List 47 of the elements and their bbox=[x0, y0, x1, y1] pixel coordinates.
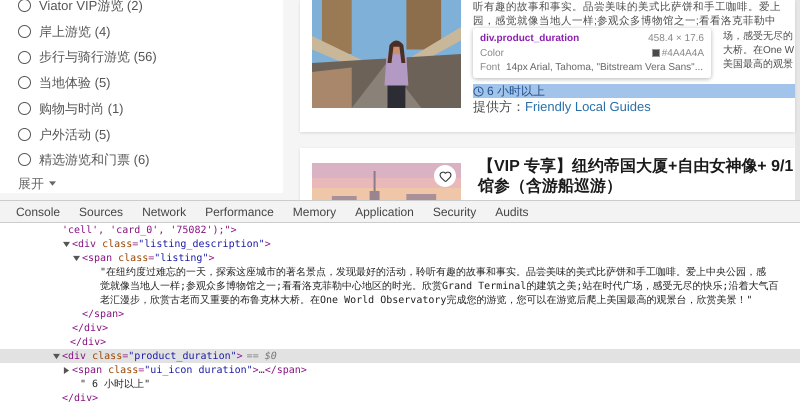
devtools-tab[interactable]: Application bbox=[355, 202, 414, 220]
dom-text: "在纽约度过难忘的一天，探索这座城市的著名景点，发现最好的活动，聆听有趣的故事和事实。品尝美味的美式比萨饼和手工咖啡。爱上中央公园，感 bbox=[100, 266, 766, 280]
provider-label: 提供方： bbox=[473, 100, 525, 114]
filter-option[interactable]: 户外活动 (5) bbox=[18, 121, 283, 148]
code-text: 'cell', 'card_0', '75082');"> bbox=[62, 224, 237, 238]
html-tag[interactable]: <span class="listing"> bbox=[82, 250, 214, 266]
filter-option[interactable]: 步行与骑行游览 (56) bbox=[18, 44, 283, 70]
font-label: Font bbox=[480, 61, 500, 74]
description-text: 美国最高的观景 bbox=[723, 58, 794, 72]
devtools-tab[interactable]: Network bbox=[142, 202, 186, 220]
tour-title[interactable]: 馆参（含游船巡游） bbox=[478, 177, 794, 197]
devtools-tab[interactable]: Console bbox=[16, 202, 60, 220]
filter-option[interactable]: 岸上游览 (4) bbox=[18, 18, 283, 44]
selected-marker: == $0 bbox=[246, 350, 277, 364]
dom-text: " 6 小时以上" bbox=[80, 378, 150, 392]
expand-button[interactable]: 展开 bbox=[18, 174, 56, 194]
element-size: 458.4 × 17.6 bbox=[648, 32, 704, 45]
description-text: 听有趣的故事和事实。品尝美味的美式比萨饼和手工咖啡。爱上 bbox=[473, 0, 782, 14]
html-tag[interactable]: </div> bbox=[70, 334, 106, 350]
devtools-tab[interactable]: Security bbox=[432, 202, 476, 220]
font-value: 14px Arial, Tahoma, "Bitstream Vera Sans"... bbox=[506, 61, 704, 74]
provider-link[interactable]: Friendly Local Guides bbox=[525, 100, 651, 114]
selected-dom-row[interactable]: <div class="product_duration"> == $0 bbox=[0, 349, 800, 363]
color-label: Color bbox=[480, 46, 504, 60]
devtools-tab[interactable]: Audits bbox=[495, 202, 529, 220]
filter-option[interactable]: 精选游览和门票 (6) bbox=[18, 147, 283, 173]
dom-text: 觉就像当地人一样;参观众多博物馆之一;看看洛克菲勒中心地区的时光。欣赏Grand Terminal的建筑之美;站在时代广场，感受无尽的快乐;沿着大气百 bbox=[100, 280, 778, 294]
description-text: 场，感受无尽的 bbox=[723, 30, 794, 44]
devtools-tab[interactable]: Performance bbox=[205, 202, 274, 220]
html-tag[interactable]: </span> bbox=[82, 306, 124, 322]
description-text: 园，感觉就像当地人一样;参观众多博物馆之一;看看洛克菲勒中 bbox=[473, 14, 777, 28]
html-tag[interactable]: <div class="listing_description"> bbox=[72, 236, 271, 252]
html-tag[interactable]: </div> bbox=[62, 390, 98, 402]
html-tag[interactable]: </div> bbox=[72, 320, 108, 336]
description-text: 大桥。在One W bbox=[723, 44, 795, 58]
filter-option[interactable]: 购物与时尚 (1) bbox=[18, 96, 283, 122]
html-tag[interactable]: <span class="ui_icon duration">…</span> bbox=[72, 362, 307, 378]
filter-option[interactable]: 当地体验 (5) bbox=[18, 70, 283, 96]
devtools-tab[interactable]: Sources bbox=[79, 202, 124, 220]
duration-text: 6 小时以上 bbox=[487, 84, 546, 98]
color-value: #4A4A4A bbox=[662, 46, 704, 60]
dom-text: 老汇漫步，欣赏古老而又重要的布鲁克林大桥。在One World Observatory完成您的游览，您可以在游览后爬上美国最高的观景台，欣赏美景！" bbox=[100, 294, 752, 308]
tour-title[interactable]: 【VIP 专享】纽约帝国大厦+自由女神像+ 9/1 bbox=[478, 157, 794, 177]
element-selector: div.product_duration bbox=[480, 32, 580, 45]
filter-option[interactable]: Viator VIP游览 (2) bbox=[18, 0, 283, 19]
html-tag[interactable]: <div class="product_duration"> bbox=[62, 348, 243, 364]
devtools-tab[interactable]: Memory bbox=[292, 202, 336, 220]
